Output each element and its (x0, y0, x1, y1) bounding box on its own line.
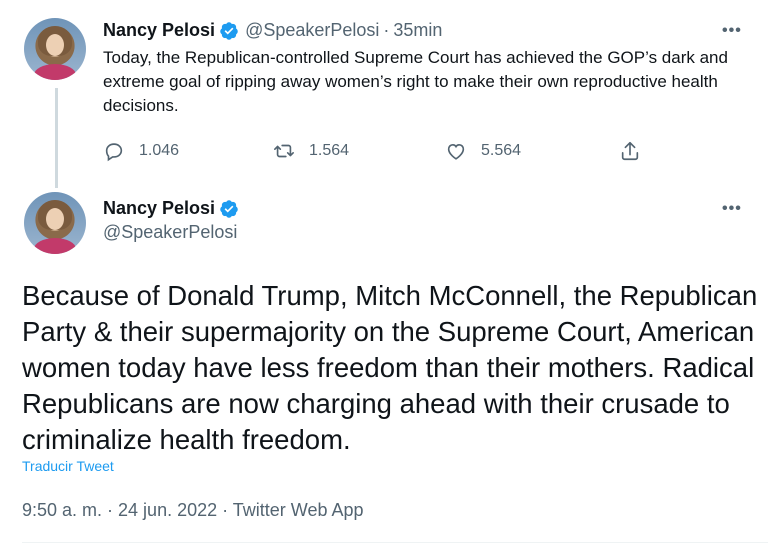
divider (22, 542, 768, 543)
retweet-count: 1.564 (309, 142, 350, 159)
retweet-button[interactable]: 1.564 (273, 140, 349, 162)
like-count: 5.564 (481, 142, 522, 159)
reply-button[interactable]: 1.046 (103, 140, 179, 162)
tweet-actions: 1.046 1.564 5.564 (103, 140, 663, 164)
thread-connector-line (55, 88, 58, 188)
more-icon[interactable]: ••• (722, 22, 742, 40)
tweet-timestamp-source[interactable]: 9:50 a. m. · 24 jun. 2022 · Twitter Web … (22, 500, 364, 521)
main-tweet-text: Because of Donald Trump, Mitch McConnell… (22, 280, 758, 455)
reply-count: 1.046 (139, 142, 180, 159)
more-icon[interactable]: ••• (722, 200, 742, 218)
avatar-main-tweet[interactable] (24, 192, 86, 254)
like-button[interactable]: 5.564 (445, 140, 521, 162)
translate-tweet-link[interactable]: Traducir Tweet (22, 458, 114, 474)
separator-dot: · (383, 20, 390, 40)
share-button[interactable] (619, 140, 655, 162)
reply-icon (105, 143, 123, 162)
reply-tweet-text: Today, the Republican-controlled Supreme… (103, 48, 728, 115)
author-handle[interactable]: @SpeakerPelosi (103, 222, 237, 243)
retweet-icon (274, 144, 294, 158)
verified-badge-icon (220, 21, 238, 40)
author-handle[interactable]: @SpeakerPelosi (245, 20, 379, 41)
share-icon (621, 141, 639, 161)
main-tweet-header: Nancy Pelosi (103, 198, 239, 219)
author-name[interactable]: Nancy Pelosi (103, 20, 215, 41)
author-name[interactable]: Nancy Pelosi (103, 198, 215, 219)
verified-badge-icon (220, 199, 238, 218)
reply-tweet-header: Nancy Pelosi @SpeakerPelosi · 35min (103, 20, 442, 41)
tweet-time[interactable]: 35min (393, 20, 442, 41)
like-icon (447, 143, 465, 160)
avatar-reply-tweet[interactable] (24, 18, 86, 80)
